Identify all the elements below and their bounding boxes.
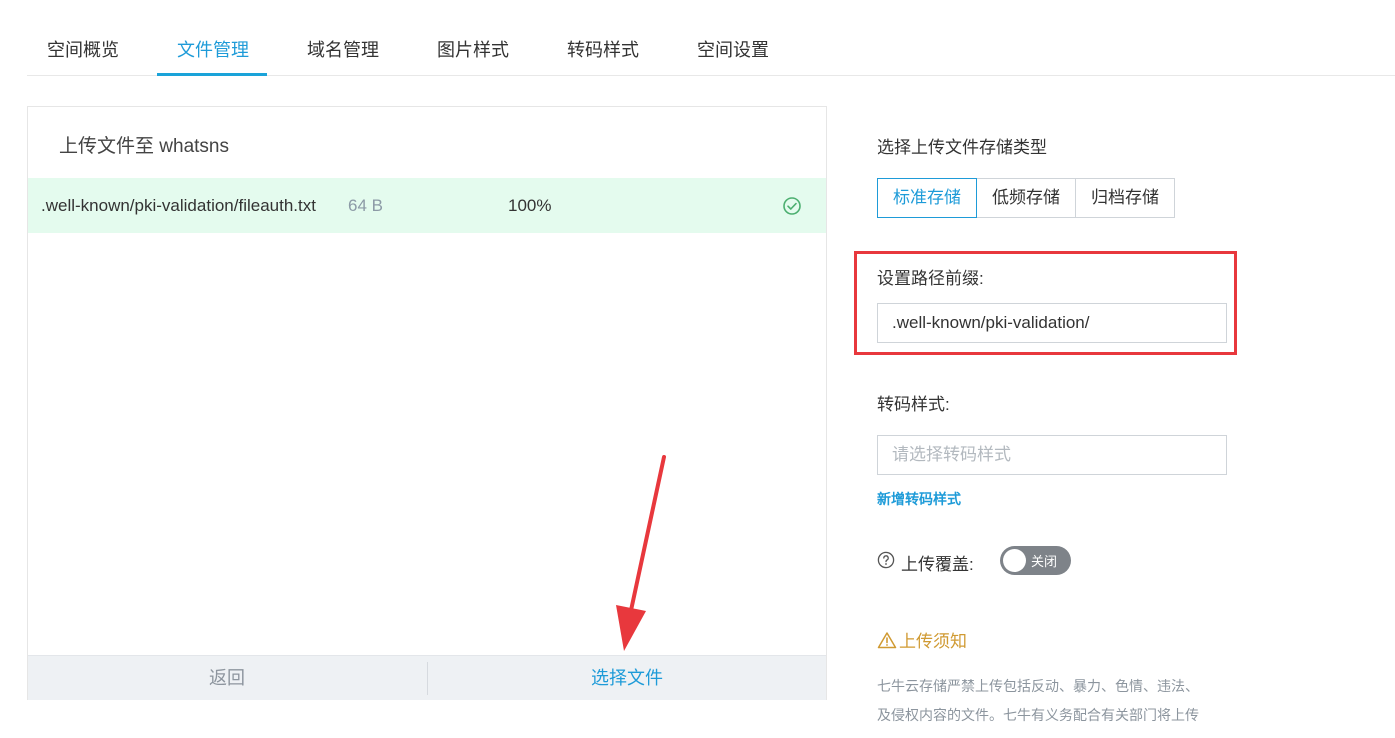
- file-size: 64 B: [348, 196, 383, 215]
- upload-overwrite-toggle[interactable]: 关闭: [1000, 546, 1071, 575]
- file-row[interactable]: .well-known/pki-validation/fileauth.txt …: [28, 178, 826, 233]
- back-button[interactable]: 返回: [28, 656, 426, 701]
- tab-space-overview[interactable]: 空间概览: [47, 36, 119, 62]
- question-circle-icon[interactable]: [877, 551, 895, 569]
- upload-notice-title-text: 上传须知: [899, 632, 967, 651]
- toggle-state-text: 关闭: [1031, 554, 1058, 569]
- upload-notice-text: 七牛云存储严禁上传包括反动、暴力、色情、违法、 及侵权内容的文件。七牛有义务配合…: [877, 672, 1227, 730]
- file-progress: 100%: [508, 196, 552, 215]
- path-prefix-input[interactable]: [877, 303, 1227, 343]
- check-circle-icon: [783, 197, 801, 215]
- tab-domain-management[interactable]: 域名管理: [307, 36, 379, 62]
- notice-line: 七牛云存储严禁上传包括反动、暴力、色情、违法、: [877, 678, 1199, 694]
- storage-type-selector: 标准存储 低频存储 归档存储: [877, 178, 1175, 218]
- tab-image-styles[interactable]: 图片样式: [437, 36, 509, 62]
- storage-type-label: 选择上传文件存储类型: [877, 138, 1047, 157]
- tab-file-management[interactable]: 文件管理: [177, 36, 249, 62]
- tab-transcode-styles[interactable]: 转码样式: [567, 36, 639, 62]
- add-transcode-style-link[interactable]: 新增转码样式: [877, 489, 961, 509]
- upload-panel-title: 上传文件至 whatsns: [59, 136, 229, 157]
- path-prefix-label: 设置路径前缀:: [877, 269, 984, 288]
- upload-notice-title: 上传须知: [877, 627, 967, 652]
- notice-line: 及侵权内容的文件。七牛有义务配合有关部门将上传: [877, 707, 1199, 723]
- choose-file-button[interactable]: 选择文件: [428, 656, 826, 701]
- tab-bar: 空间概览 文件管理 域名管理 图片样式 转码样式 空间设置: [27, 22, 1395, 76]
- active-tab-underline: [157, 73, 267, 76]
- storage-standard-button[interactable]: 标准存储: [877, 178, 977, 218]
- upload-overwrite-label: 上传覆盖:: [901, 555, 974, 574]
- transcode-style-label: 转码样式:: [877, 395, 950, 414]
- upload-panel: 上传文件至 whatsns .well-known/pki-validation…: [27, 106, 827, 700]
- file-name: .well-known/pki-validation/fileauth.txt: [41, 196, 316, 215]
- toggle-knob: [1003, 549, 1026, 572]
- tab-space-settings[interactable]: 空间设置: [697, 36, 769, 62]
- warning-icon: [877, 631, 897, 648]
- transcode-style-select[interactable]: [877, 435, 1227, 475]
- storage-infrequent-button[interactable]: 低频存储: [976, 178, 1076, 218]
- storage-archive-button[interactable]: 归档存储: [1075, 178, 1175, 218]
- upload-panel-footer: 返回 选择文件: [28, 655, 826, 700]
